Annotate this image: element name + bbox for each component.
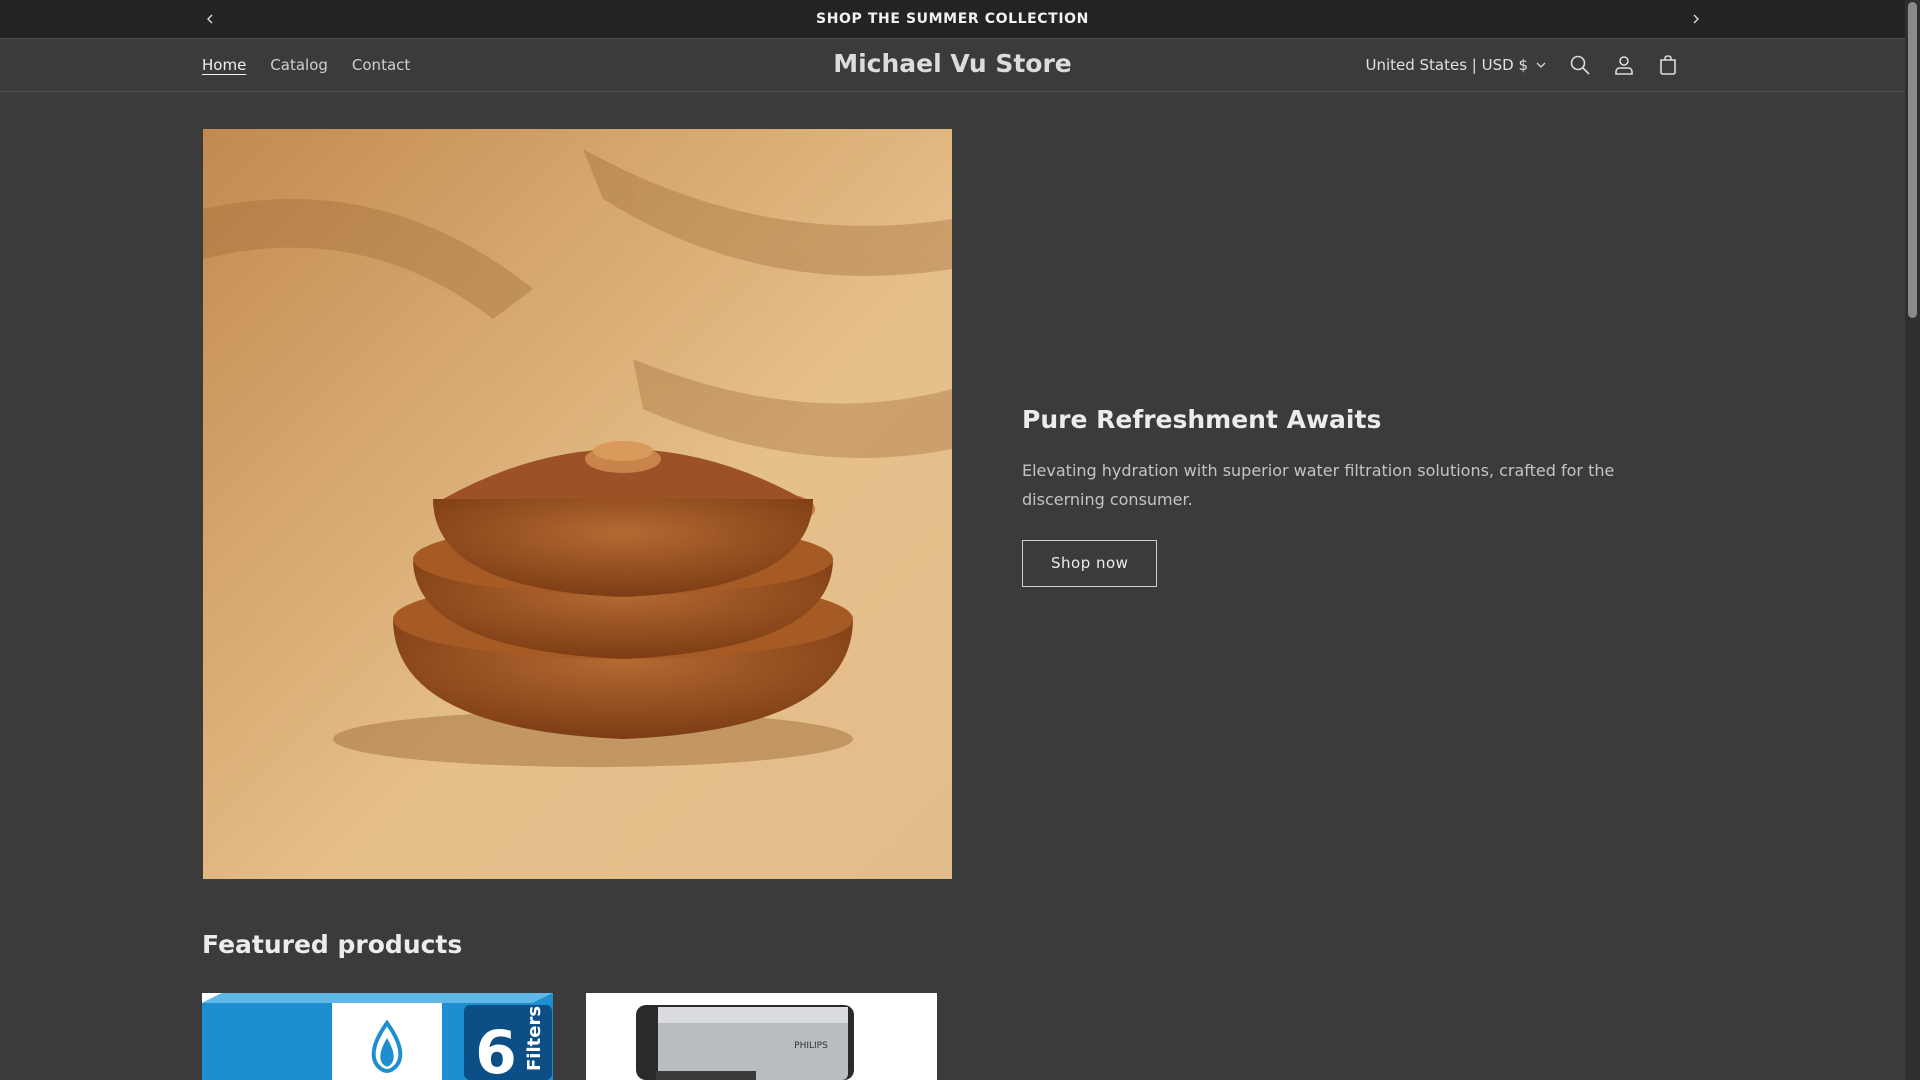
- product-card-coffee-maker[interactable]: PHILIPS: [586, 993, 937, 1080]
- announcement-next-button[interactable]: [1685, 8, 1707, 30]
- product-card-water-filter[interactable]: 6 Filters: [202, 993, 553, 1080]
- water-filter-box-image: 6 Filters: [202, 993, 553, 1080]
- country-currency-selector[interactable]: United States | USD $: [1365, 56, 1546, 74]
- scrollbar-thumb[interactable]: [1908, 2, 1917, 318]
- hero-description: Elevating hydration with superior water …: [1022, 461, 1615, 509]
- coffee-maker-image: PHILIPS: [586, 993, 937, 1080]
- nav-link-contact[interactable]: Contact: [352, 56, 410, 74]
- hero-image: [203, 129, 952, 879]
- account-icon: [1615, 56, 1633, 75]
- cart-icon: [1660, 55, 1676, 75]
- search-button[interactable]: [1558, 43, 1602, 87]
- nav-link-home[interactable]: Home: [202, 56, 246, 74]
- announcement-text[interactable]: SHOP THE SUMMER COLLECTION: [816, 11, 1089, 27]
- cart-button[interactable]: [1646, 43, 1690, 87]
- chevron-left-icon: [207, 14, 213, 24]
- hero-title: Pure Refreshment Awaits: [1022, 405, 1382, 434]
- announcement-prev-button[interactable]: [199, 8, 221, 30]
- chevron-right-icon: [1693, 14, 1699, 24]
- filter-box-label: Filters: [524, 1006, 545, 1071]
- filter-box-count: 6: [475, 1018, 517, 1080]
- shop-now-button[interactable]: Shop now: [1022, 540, 1158, 587]
- store-logo[interactable]: Michael Vu Store: [833, 49, 1072, 78]
- header-actions: United States | USD $: [1365, 39, 1690, 91]
- chevron-down-icon: [1536, 62, 1546, 68]
- search-icon: [1570, 55, 1590, 75]
- hero-content: Pure Refreshment Awaits Elevating hydrat…: [1022, 405, 1662, 587]
- page-scrollbar[interactable]: [1905, 0, 1920, 1080]
- account-button[interactable]: [1602, 43, 1646, 87]
- announcement-bar: SHOP THE SUMMER COLLECTION: [0, 0, 1905, 39]
- stacked-pots-illustration: [203, 149, 952, 767]
- main-nav: Home Catalog Contact: [202, 39, 410, 91]
- site-header: Home Catalog Contact Michael Vu Store Un…: [0, 39, 1905, 92]
- nav-link-catalog[interactable]: Catalog: [270, 56, 328, 74]
- coffee-maker-brand: PHILIPS: [794, 1041, 828, 1051]
- featured-products-title: Featured products: [202, 930, 463, 959]
- country-currency-label: United States | USD $: [1365, 56, 1528, 74]
